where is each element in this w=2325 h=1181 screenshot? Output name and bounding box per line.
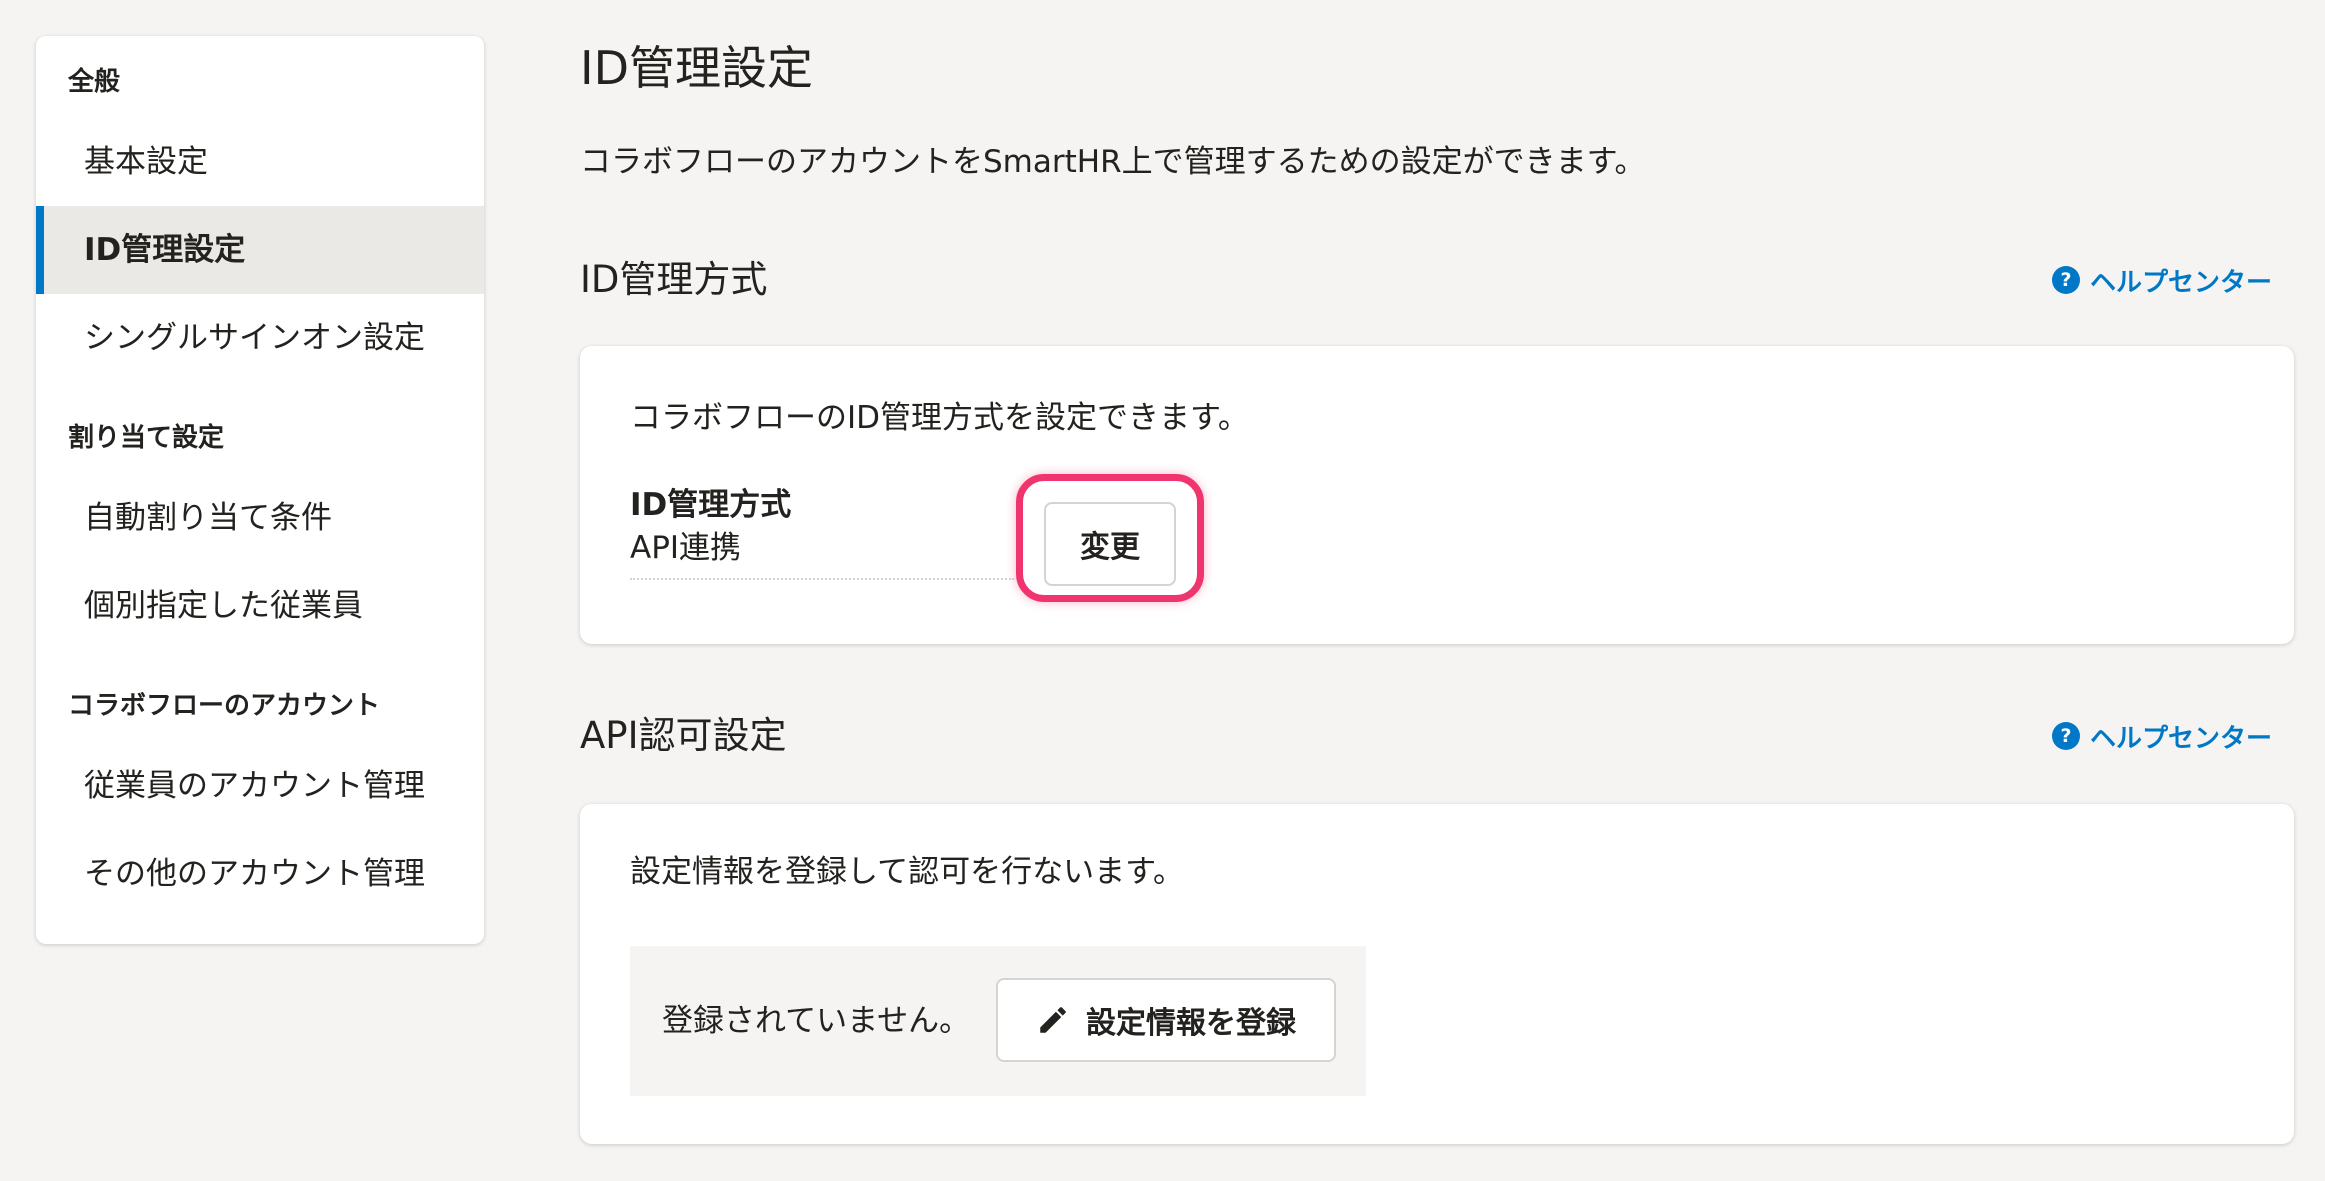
sidebar-item-employee-accounts[interactable]: 従業員のアカウント管理: [36, 742, 484, 830]
id-management-section-header: ID管理方式 ? ヘルプセンター: [580, 250, 2294, 310]
sidebar-item-sso-settings[interactable]: シングルサインオン設定: [36, 294, 484, 382]
sidebar-item-specified-employees[interactable]: 個別指定した従業員: [36, 562, 484, 650]
sidebar-group-general: 全般 基本設定 ID管理設定 シングルサインオン設定: [36, 36, 484, 382]
id-management-description: コラボフローのID管理方式を設定できます。: [630, 400, 1249, 436]
api-auth-status-box: 登録されていません。 設定情報を登録: [630, 946, 1366, 1096]
id-management-field-label: ID管理方式: [630, 487, 792, 523]
register-settings-label: 設定情報を登録: [1086, 1006, 1296, 1041]
api-auth-title: API認可設定: [580, 714, 787, 757]
sidebar-heading-assignment: 割り当て設定: [68, 423, 225, 453]
sidebar-heading-accounts: コラボフローのアカウント: [68, 691, 381, 721]
sidebar-item-basic-settings[interactable]: 基本設定: [36, 118, 484, 206]
question-circle-icon: ?: [2051, 722, 2080, 750]
sidebar-item-other-accounts[interactable]: その他のアカウント管理: [36, 830, 484, 918]
change-button[interactable]: 変更: [1044, 502, 1176, 586]
settings-sidebar: 全般 基本設定 ID管理設定 シングルサインオン設定 割り当て設定 自動割り当て…: [36, 36, 484, 944]
help-center-link-api[interactable]: ? ヘルプセンター: [2051, 718, 2272, 754]
help-center-label: ヘルプセンター: [2089, 723, 2272, 754]
question-circle-icon: ?: [2051, 266, 2080, 294]
id-management-field: ID管理方式 API連携: [630, 484, 1014, 580]
api-auth-description: 設定情報を登録して認可を行ないます。: [630, 854, 1184, 890]
pencil-icon: [1040, 1007, 1066, 1033]
id-management-card: コラボフローのID管理方式を設定できます。 ID管理方式 API連携 変更: [580, 346, 2294, 644]
sidebar-heading-general: 全般: [68, 67, 121, 97]
sidebar-group-assignment: 割り当て設定 自動割り当て条件 個別指定した従業員: [36, 382, 484, 650]
api-auth-card: 設定情報を登録して認可を行ないます。 登録されていません。 設定情報を登録: [580, 804, 2294, 1144]
api-auth-status: 登録されていません。: [662, 1003, 971, 1039]
help-center-label: ヘルプセンター: [2089, 267, 2272, 298]
sidebar-item-id-management[interactable]: ID管理設定: [36, 206, 484, 294]
register-settings-button[interactable]: 設定情報を登録: [996, 978, 1336, 1062]
sidebar-group-accounts: コラボフローのアカウント 従業員のアカウント管理 その他のアカウント管理: [36, 650, 484, 918]
id-management-field-value: API連携: [630, 530, 742, 566]
sidebar-item-auto-assign-conditions[interactable]: 自動割り当て条件: [36, 474, 484, 562]
help-center-link[interactable]: ? ヘルプセンター: [2051, 262, 2272, 298]
page-description: コラボフローのアカウントをSmartHR上で管理するための設定ができます。: [580, 144, 1646, 180]
api-auth-section-header: API認可設定 ? ヘルプセンター: [580, 706, 2294, 766]
page-title: ID管理設定: [580, 41, 813, 95]
id-management-title: ID管理方式: [580, 258, 768, 301]
